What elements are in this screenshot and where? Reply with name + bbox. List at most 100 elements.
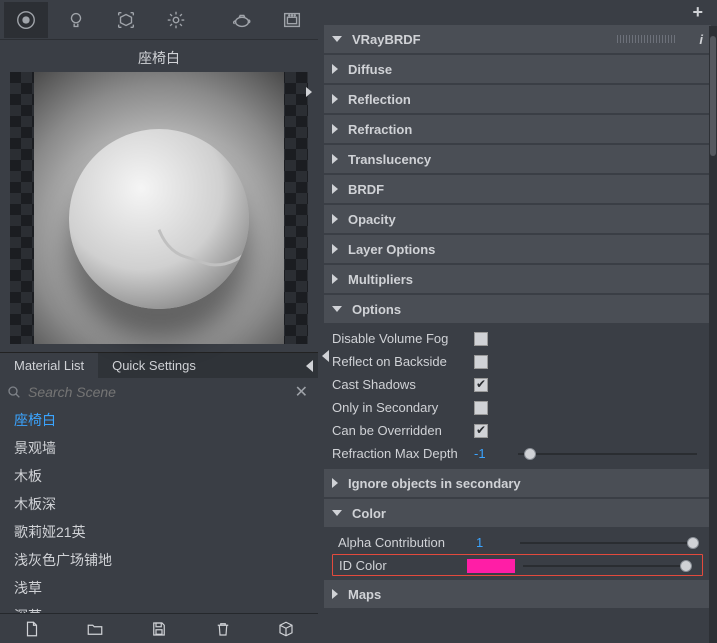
id-color-swatch[interactable] — [467, 559, 515, 573]
chevron-right-icon — [332, 274, 338, 284]
opt-label: Alpha Contribution — [338, 535, 466, 550]
opt-label: ID Color — [339, 558, 459, 573]
section-multipliers[interactable]: Multipliers — [324, 265, 711, 293]
preview-checker — [10, 72, 308, 344]
opt-label: Disable Volume Fog — [332, 331, 464, 346]
chevron-right-icon — [332, 184, 338, 194]
list-item[interactable]: 座椅白 — [4, 406, 318, 434]
opt-label: Reflect on Backside — [332, 354, 464, 369]
section-refraction[interactable]: Refraction — [324, 115, 711, 143]
section-title: Reflection — [348, 92, 411, 107]
tool-settings[interactable] — [154, 2, 198, 38]
panel-collapse-left[interactable] — [318, 344, 332, 368]
material-list: 座椅白 景观墙 木板 木板深 歌莉娅21英 浅灰色广场铺地 浅草 深草 窗框 马… — [0, 406, 318, 613]
section-title: BRDF — [348, 182, 384, 197]
opt-label: Only in Secondary — [332, 400, 464, 415]
refraction-max-depth-value[interactable]: -1 — [474, 446, 508, 461]
scrollbar-thumb[interactable] — [710, 36, 716, 156]
search-row: ✕ — [0, 378, 318, 406]
chevron-down-icon — [332, 510, 342, 516]
preview-render — [34, 72, 284, 344]
section-reflection[interactable]: Reflection — [324, 85, 711, 113]
can-be-overridden-checkbox[interactable] — [474, 424, 488, 438]
drag-handle[interactable] — [617, 35, 677, 43]
tab-quick-settings[interactable]: Quick Settings — [98, 353, 210, 378]
section-translucency[interactable]: Translucency — [324, 145, 711, 173]
package-icon[interactable] — [277, 620, 295, 638]
section-title: VRayBRDF — [352, 32, 421, 47]
opt-label: Can be Overridden — [332, 423, 464, 438]
section-title: Options — [352, 302, 401, 317]
bottom-toolbar — [0, 613, 318, 643]
id-color-slider[interactable] — [523, 565, 690, 567]
section-title: Ignore objects in secondary — [348, 476, 521, 491]
section-brdf[interactable]: BRDF — [324, 175, 711, 203]
right-topbar: + — [318, 0, 717, 24]
section-title: Multipliers — [348, 272, 413, 287]
tool-geometry[interactable] — [104, 2, 148, 38]
file-new-icon[interactable] — [23, 620, 41, 638]
section-color[interactable]: Color — [324, 499, 711, 527]
right-scrollbar[interactable] — [709, 26, 717, 643]
section-vraybrdf[interactable]: VRayBRDF i — [324, 25, 711, 53]
tab-material-list[interactable]: Material List — [0, 353, 98, 378]
section-maps[interactable]: Maps — [324, 580, 711, 608]
section-title: Opacity — [348, 212, 396, 227]
section-title: Translucency — [348, 152, 431, 167]
search-clear[interactable]: ✕ — [291, 382, 312, 402]
top-toolbar — [0, 0, 318, 40]
left-tabs: Material List Quick Settings — [0, 352, 318, 378]
list-item[interactable]: 景观墙 — [4, 434, 318, 462]
section-title: Refraction — [348, 122, 412, 137]
add-button[interactable]: + — [692, 2, 703, 23]
id-color-row: ID Color — [332, 554, 703, 576]
section-title: Maps — [348, 587, 381, 602]
trash-icon[interactable] — [214, 620, 232, 638]
chevron-right-icon — [332, 64, 338, 74]
reflect-on-backside-checkbox[interactable] — [474, 355, 488, 369]
chevron-right-icon — [332, 124, 338, 134]
list-item[interactable]: 木板深 — [4, 490, 318, 518]
chevron-right-icon — [332, 94, 338, 104]
options-body: Disable Volume Fog Reflect on Backside C… — [324, 323, 711, 467]
preview-expand-right[interactable] — [302, 80, 316, 104]
section-title: Diffuse — [348, 62, 392, 77]
chevron-right-icon — [332, 154, 338, 164]
section-ignore[interactable]: Ignore objects in secondary — [324, 469, 711, 497]
cast-shadows-checkbox[interactable] — [474, 378, 488, 392]
color-body: Alpha Contribution 1 ID Color — [324, 527, 711, 578]
chevron-right-icon — [332, 244, 338, 254]
list-item[interactable]: 歌莉娅21英 — [4, 518, 318, 546]
section-layer-options[interactable]: Layer Options — [324, 235, 711, 263]
info-icon[interactable]: i — [699, 32, 703, 47]
section-diffuse[interactable]: Diffuse — [324, 55, 711, 83]
alpha-contribution-slider[interactable] — [520, 542, 697, 544]
section-opacity[interactable]: Opacity — [324, 205, 711, 233]
tool-material-ball[interactable] — [4, 2, 48, 38]
list-item[interactable]: 浅灰色广场铺地 — [4, 546, 318, 574]
list-item[interactable]: 浅草 — [4, 574, 318, 602]
tool-render[interactable] — [270, 2, 314, 38]
search-input[interactable] — [28, 384, 285, 400]
list-item[interactable]: 深草 — [4, 602, 318, 613]
list-item[interactable]: 木板 — [4, 462, 318, 490]
preview-title: 座椅白 — [10, 44, 308, 72]
opt-label: Cast Shadows — [332, 377, 464, 392]
section-title: Layer Options — [348, 242, 435, 257]
chevron-right-icon — [332, 478, 338, 488]
tool-light[interactable] — [54, 2, 98, 38]
folder-open-icon[interactable] — [86, 620, 104, 638]
tabs-collapse-left[interactable] — [300, 353, 318, 378]
disable-volume-fog-checkbox[interactable] — [474, 332, 488, 346]
opt-label: Refraction Max Depth — [332, 446, 464, 461]
save-icon[interactable] — [150, 620, 168, 638]
preview-panel: 座椅白 — [0, 40, 318, 352]
tool-teapot[interactable] — [220, 2, 264, 38]
chevron-down-icon — [332, 36, 342, 42]
section-title: Color — [352, 506, 386, 521]
refraction-max-depth-slider[interactable] — [518, 453, 697, 455]
alpha-contribution-value[interactable]: 1 — [476, 535, 510, 550]
chevron-down-icon — [332, 306, 342, 312]
only-in-secondary-checkbox[interactable] — [474, 401, 488, 415]
section-options[interactable]: Options — [324, 295, 711, 323]
